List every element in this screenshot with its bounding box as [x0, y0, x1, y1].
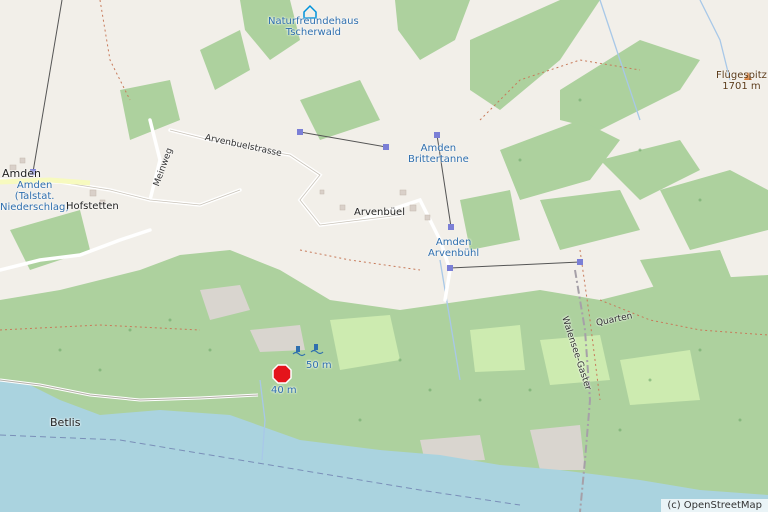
label-amden-town: Amden	[2, 167, 41, 180]
map-canvas[interactable]: Naturfreundehaus Tscherwald Amden Amden …	[0, 0, 768, 512]
label-height-50: 50 m	[306, 360, 332, 371]
map-base-layer	[0, 0, 768, 512]
location-marker-icon[interactable]	[272, 364, 292, 384]
label-arvenbuel: Arvenbüel	[354, 207, 405, 218]
label-amden-talstat: Amden (Talstat. Niederschlag)	[0, 180, 70, 213]
label-amden-brittertanne: Amden Brittertanne	[408, 143, 469, 165]
label-betlis: Betlis	[50, 416, 81, 429]
label-height-40: 40 m	[271, 385, 297, 396]
label-hofstetten: Hofstetten	[66, 201, 119, 212]
label-naturfreundehaus: Naturfreundehaus Tscherwald	[268, 16, 359, 38]
label-fluegespitz: Flügespitz 1701 m	[716, 70, 767, 92]
label-amden-arvenbuehl: Amden Arvenbühl	[428, 237, 480, 259]
attribution-text[interactable]: (c) OpenStreetMap	[661, 499, 768, 512]
